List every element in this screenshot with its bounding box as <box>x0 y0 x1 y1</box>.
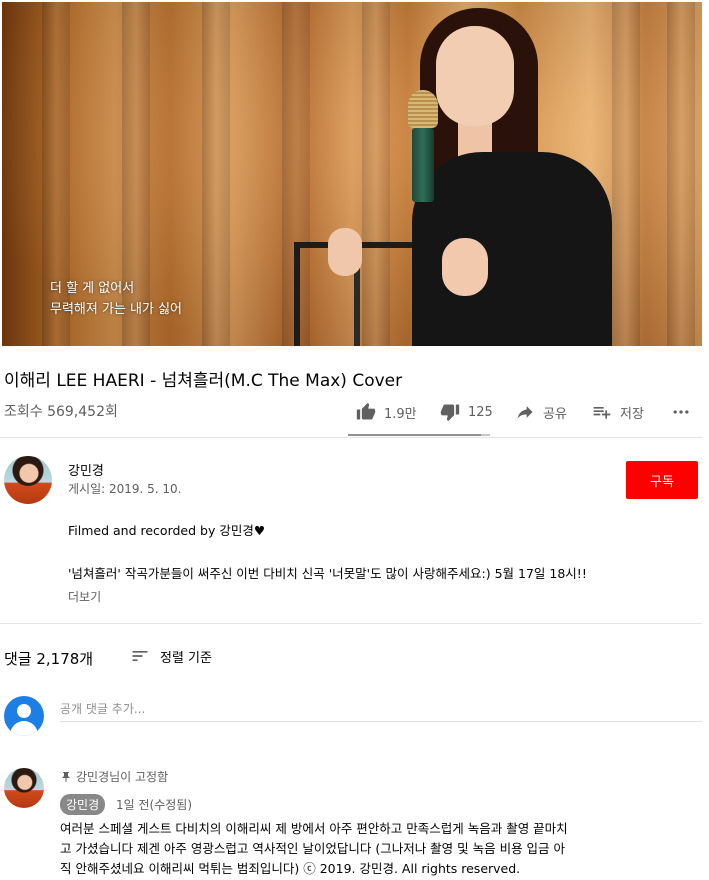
publish-date: 게시일: 2019. 5. 10. <box>68 482 182 496</box>
comment-text-line: 여러분 스페셜 게스트 다비치의 이해리씨 제 방에서 아주 편안하고 만족스럽… <box>60 821 568 836</box>
sort-icon <box>132 651 148 661</box>
view-count: 조회수 569,452회 <box>4 404 118 420</box>
divider <box>0 437 702 438</box>
sort-label: 정렬 기준 <box>160 650 212 666</box>
like-count: 1.9만 <box>384 406 417 422</box>
video-title: 이해리 LEE HAERI - 넘쳐흘러(M.C The Max) Cover <box>4 371 403 391</box>
like-ratio-fill <box>348 434 482 436</box>
microphone <box>406 90 440 202</box>
video-subtitles: 더 할 게 없어서 무력해져 가는 내가 싫어 <box>50 278 182 320</box>
channel-avatar[interactable] <box>4 456 52 504</box>
share-button[interactable]: 공유 <box>515 394 567 430</box>
video-player[interactable]: 더 할 게 없어서 무력해져 가는 내가 싫어 <box>2 2 702 346</box>
thumbs-down-icon <box>440 404 460 422</box>
share-arrow-icon <box>517 406 533 419</box>
subscribe-button[interactable]: 구독 <box>626 461 698 499</box>
more-actions-button[interactable] <box>670 394 700 430</box>
more-horizontal-icon <box>673 410 689 414</box>
comment-text-line: 고 가셨습니다 제겐 아주 영광스럽고 역사적인 날이었답니다 (그나저나 촬영… <box>60 841 566 856</box>
share-label: 공유 <box>543 406 567 422</box>
commenter-avatar[interactable] <box>4 768 44 808</box>
singer-figure <box>412 2 622 346</box>
description-line: Filmed and recorded by 강민경♥ <box>68 523 266 538</box>
save-button[interactable]: 저장 <box>592 394 644 430</box>
like-button[interactable]: 1.9만 <box>356 394 417 430</box>
save-label: 저장 <box>620 406 644 422</box>
pinned-label: 강민경님이 고정함 <box>76 770 169 784</box>
dislike-button[interactable]: 125 <box>440 394 493 430</box>
show-more-link[interactable]: 더보기 <box>68 588 101 605</box>
singer-hand <box>328 228 362 276</box>
subtitle-line: 무력해져 가는 내가 싫어 <box>50 302 182 317</box>
sort-button[interactable]: 정렬 기준 <box>130 646 212 666</box>
playlist-add-icon <box>593 407 611 419</box>
comment-input[interactable] <box>60 696 702 722</box>
sentiment-bar <box>348 434 490 436</box>
thumbs-up-icon <box>356 402 376 420</box>
description-line: '넘쳐흘러' 작곡가분들이 써주신 이번 다비치 신곡 '너못말'도 많이 사랑… <box>68 566 587 581</box>
pin-icon <box>62 771 70 782</box>
dislike-count: 125 <box>468 404 493 420</box>
divider <box>0 623 702 624</box>
channel-name[interactable]: 강민경 <box>68 460 104 479</box>
comment-author[interactable]: 강민경 <box>60 794 106 815</box>
comment-text-line: 직 안해주셨네요 이해리씨 먹튀는 범죄입니다) ⓒ 2019. 강민경. Al… <box>60 861 521 876</box>
user-avatar <box>4 696 44 736</box>
subtitle-line: 더 할 게 없어서 <box>50 281 135 296</box>
comment-timestamp[interactable]: 1일 전(수정됨) <box>116 796 192 813</box>
pinned-indicator: 강민경님이 고정함 <box>60 768 168 785</box>
comment-count: 댓글 2,178개 <box>4 650 94 668</box>
